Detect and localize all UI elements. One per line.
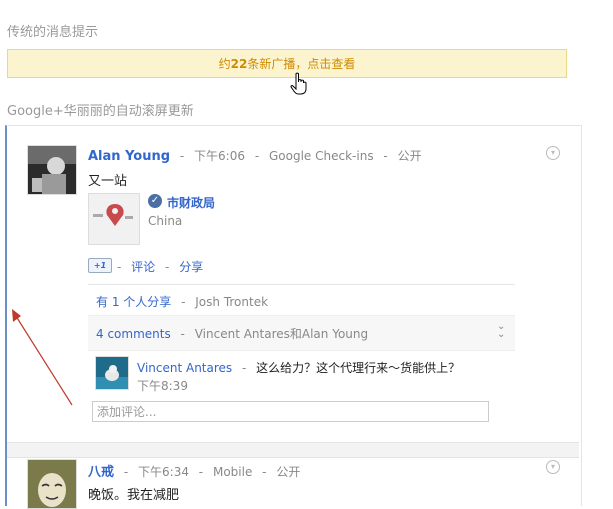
sharer-name[interactable]: Josh Trontek: [195, 295, 268, 309]
post-time[interactable]: 下午6:34: [138, 465, 189, 479]
comment-line: Vincent Antares - 这么给力？这个代理行来～货能供上？: [137, 359, 460, 376]
comments-summary: 4 comments - Vincent Antares和Alan Young: [96, 325, 368, 342]
post-author[interactable]: 八戒: [88, 465, 114, 480]
post-actions: - 评论 - 分享: [117, 258, 203, 275]
post-text: 又一站: [88, 174, 128, 189]
separator: -: [242, 361, 247, 375]
hand-cursor-icon: [290, 72, 307, 95]
divider-line: [88, 284, 515, 285]
post-source: Google Check-ins: [269, 149, 374, 163]
annotation-arrow-icon: [12, 309, 73, 406]
comment-text: 这么给力？这个代理行来～货能供上？: [256, 361, 461, 375]
avatar-photo-icon: [96, 357, 128, 389]
add-comment-input[interactable]: 添加评论...: [92, 401, 489, 422]
separator: -: [181, 295, 186, 309]
commenters: Vincent Antares和Alan Young: [194, 327, 369, 341]
post-divider: [7, 442, 579, 458]
new-posts-banner[interactable]: 约 22 条新广播，点击查看: [7, 49, 567, 78]
separator: -: [117, 260, 122, 274]
shares-link[interactable]: 有 1 个人分享: [96, 295, 171, 309]
separator: -: [254, 149, 260, 163]
banner-prefix: 约: [218, 57, 231, 71]
post-source: Mobile: [212, 465, 253, 479]
post-menu-chevron-icon[interactable]: ▾: [546, 146, 560, 160]
comment-author[interactable]: Vincent Antares: [137, 361, 232, 375]
map-pin-icon: [89, 194, 139, 244]
post-visibility[interactable]: 公开: [276, 465, 300, 479]
separator: -: [179, 149, 185, 163]
place-name[interactable]: 市财政局: [167, 194, 215, 211]
avatar[interactable]: [27, 459, 77, 509]
separator: -: [383, 149, 388, 163]
separator: -: [123, 465, 129, 479]
separator: -: [262, 465, 267, 479]
map-thumbnail[interactable]: [88, 193, 140, 245]
share-link[interactable]: 分享: [179, 260, 203, 274]
plus-one-button[interactable]: +1: [88, 258, 112, 273]
avatar[interactable]: [27, 145, 77, 195]
banner-suffix: 条新广播，点击查看: [247, 57, 356, 71]
post-header: Alan Young - 下午6:06 - Google Check-ins -…: [88, 147, 422, 164]
comment-time[interactable]: 下午8:39: [137, 377, 188, 394]
post-menu-chevron-icon[interactable]: ▾: [546, 460, 560, 474]
place-country: China: [148, 214, 183, 228]
mask-avatar-icon: [28, 460, 76, 508]
comment-link[interactable]: 评论: [131, 260, 155, 274]
separator: -: [180, 327, 185, 341]
verified-check-icon: ✓: [148, 194, 162, 208]
autoscroll-label: Google+华丽丽的自动滚屏更新: [7, 104, 194, 119]
expand-comments-chevron-icon[interactable]: ⌄ ⌄: [497, 322, 505, 340]
post-text: 晚饭。我在减肥: [88, 488, 180, 503]
separator: -: [165, 260, 170, 274]
post-header: 八戒 - 下午6:34 - Mobile - 公开: [88, 461, 300, 480]
avatar-photo-icon: [28, 146, 76, 194]
avatar[interactable]: [95, 356, 129, 390]
post-author[interactable]: Alan Young: [88, 149, 170, 164]
banner-count: 22: [230, 56, 248, 71]
shares-row: 有 1 个人分享 - Josh Trontek: [96, 293, 268, 310]
traditional-label: 传统的消息提示: [7, 25, 99, 40]
comments-count[interactable]: 4 comments: [96, 327, 171, 341]
post-visibility[interactable]: 公开: [398, 149, 422, 163]
separator: -: [198, 465, 204, 479]
post-time[interactable]: 下午6:06: [194, 149, 245, 163]
